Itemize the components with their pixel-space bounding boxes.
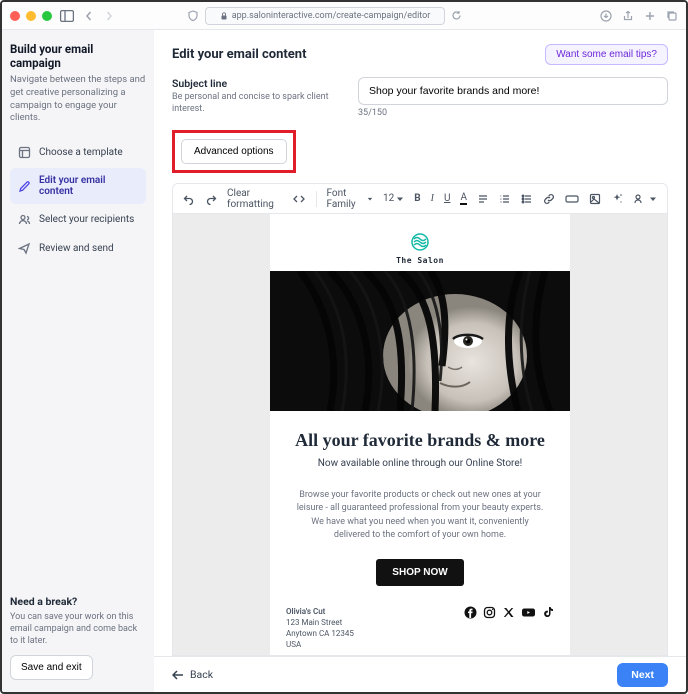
step-review-send[interactable]: Review and send: [10, 235, 146, 262]
break-subtitle: You can save your work on this email cam…: [10, 611, 146, 647]
font-family-dropdown[interactable]: Font Family: [326, 188, 373, 210]
undo-icon[interactable]: [183, 193, 195, 205]
next-button[interactable]: Next: [617, 663, 668, 687]
bold-icon[interactable]: B: [414, 193, 420, 204]
url-text: app.saloninteractive.com/create-campaign…: [232, 11, 431, 21]
hero-image: [270, 271, 570, 411]
advanced-options-button[interactable]: Advanced options: [181, 139, 287, 164]
email-preview[interactable]: The Salon: [270, 214, 570, 655]
youtube-icon: [521, 606, 536, 619]
email-body: Browse your favorite products or check o…: [270, 489, 570, 543]
address-line-2: Anytown CA 12345: [286, 628, 354, 639]
align-icon[interactable]: [477, 193, 489, 205]
facebook-icon: [464, 606, 477, 619]
business-name: Olivia's Cut: [286, 606, 354, 617]
brand-logo-icon: [410, 232, 430, 252]
brand-name: The Salon: [270, 256, 570, 265]
editor-toolbar: Clear formatting Font Family 12 B I U A …: [173, 184, 667, 214]
tiktok-icon: [542, 606, 554, 619]
underline-icon[interactable]: U: [444, 193, 450, 204]
plus-icon[interactable]: [644, 10, 656, 22]
lock-icon: [220, 12, 228, 20]
text-color-icon[interactable]: A: [460, 192, 467, 205]
address-line-3: USA: [286, 639, 354, 650]
list-ordered-icon[interactable]: 123: [499, 193, 511, 205]
italic-icon[interactable]: I: [431, 193, 434, 204]
window-close-dot[interactable]: [10, 11, 20, 21]
nav-forward-icon[interactable]: [104, 11, 114, 21]
step-label: Select your recipients: [39, 214, 134, 225]
sidebar-toggle-icon[interactable]: [60, 10, 74, 22]
step-label: Edit your email content: [39, 175, 138, 197]
subject-label: Subject line: [172, 77, 342, 90]
step-choose-template[interactable]: Choose a template: [10, 139, 146, 166]
sidebar-subtitle: Navigate between the steps and get creat…: [10, 74, 146, 125]
wizard-sidebar: Build your email campaign Navigate betwe…: [2, 30, 154, 692]
address-line-1: 123 Main Street: [286, 617, 354, 628]
button-block-icon[interactable]: [565, 194, 579, 204]
font-size-dropdown[interactable]: 12: [383, 193, 404, 204]
code-icon[interactable]: [292, 193, 306, 205]
subject-hint: Be personal and concise to spark client …: [172, 92, 342, 115]
browser-titlebar: app.saloninteractive.com/create-campaign…: [2, 2, 686, 30]
list-bullet-icon[interactable]: [521, 193, 533, 205]
step-edit-content[interactable]: Edit your email content: [10, 168, 146, 204]
page-title: Edit your email content: [172, 47, 307, 62]
send-icon: [18, 242, 31, 255]
personalize-icon[interactable]: [633, 193, 657, 205]
step-label: Choose a template: [39, 147, 123, 158]
break-title: Need a break?: [10, 595, 146, 608]
download-icon[interactable]: [600, 10, 612, 22]
subject-input[interactable]: [358, 77, 668, 105]
back-button[interactable]: Back: [172, 668, 213, 681]
shield-icon[interactable]: [187, 10, 199, 22]
email-tips-button[interactable]: Want some email tips?: [545, 44, 668, 65]
redo-icon[interactable]: [205, 193, 217, 205]
tabs-icon[interactable]: [666, 10, 678, 22]
image-icon[interactable]: [589, 193, 601, 205]
ai-sparkle-icon[interactable]: [611, 193, 623, 205]
save-and-exit-button[interactable]: Save and exit: [10, 655, 93, 680]
pencil-icon: [18, 180, 31, 193]
back-label: Back: [190, 668, 213, 681]
nav-back-icon[interactable]: [84, 11, 94, 21]
window-minimize-dot[interactable]: [26, 11, 36, 21]
template-icon: [18, 146, 31, 159]
main-panel: Edit your email content Want some email …: [154, 30, 686, 692]
subject-counter: 35/150: [358, 108, 668, 118]
step-select-recipients[interactable]: Select your recipients: [10, 206, 146, 233]
email-editor: Clear formatting Font Family 12 B I U A …: [172, 183, 668, 656]
url-bar[interactable]: app.saloninteractive.com/create-campaign…: [205, 7, 445, 25]
x-twitter-icon: [502, 606, 515, 619]
link-icon[interactable]: [543, 193, 555, 205]
reload-icon[interactable]: [451, 10, 462, 21]
instagram-icon: [483, 606, 496, 619]
step-label: Review and send: [39, 243, 114, 254]
clear-formatting-button[interactable]: Clear formatting: [227, 188, 282, 210]
share-icon[interactable]: [622, 10, 634, 22]
svg-text:3: 3: [500, 200, 502, 204]
email-headline: All your favorite brands & more: [286, 429, 554, 452]
email-subhead: Now available online through our Online …: [270, 458, 570, 469]
window-zoom-dot[interactable]: [42, 11, 52, 21]
shop-now-button[interactable]: SHOP NOW: [376, 559, 463, 586]
sidebar-title: Build your email campaign: [10, 42, 146, 70]
advanced-options-highlight: Advanced options: [172, 130, 296, 173]
users-icon: [18, 213, 31, 226]
